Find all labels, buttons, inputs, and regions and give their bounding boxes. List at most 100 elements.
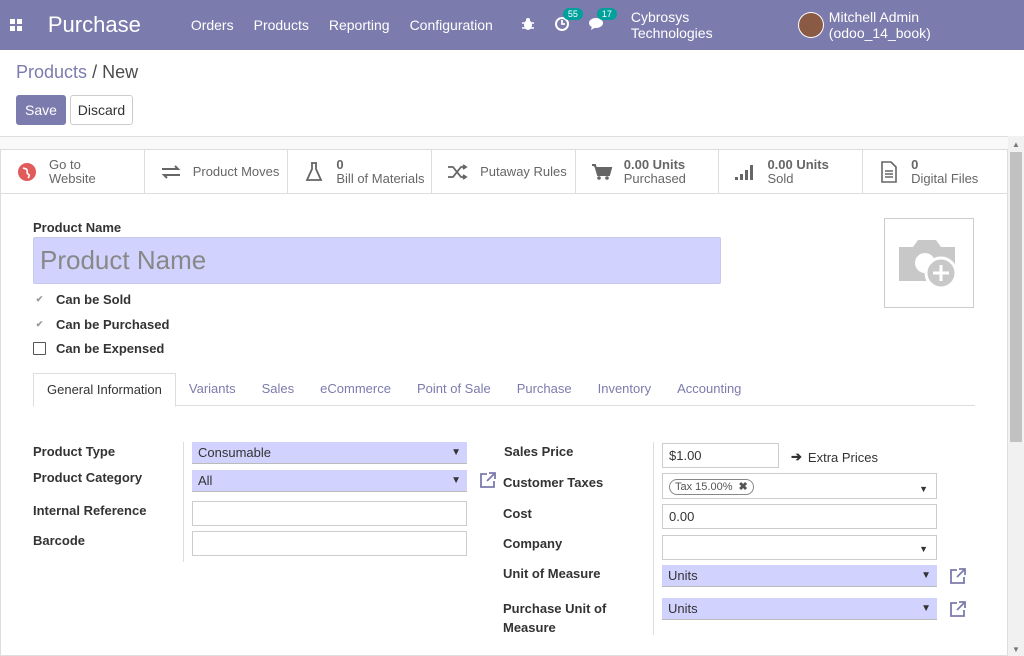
vertical-scrollbar[interactable]: ▲ ▼ [1008,136,1024,656]
scroll-thumb[interactable] [1010,152,1022,442]
menu-products[interactable]: Products [244,17,319,33]
activity-clock-icon[interactable]: 55 [554,7,583,34]
product-type-select[interactable]: Consumable ▼ [192,442,467,464]
scroll-down-icon[interactable]: ▼ [1012,645,1020,654]
uom-external-link-icon[interactable] [949,567,967,590]
tab-variants[interactable]: Variants [176,373,249,405]
can-be-expensed-label: Can be Expensed [56,341,165,356]
product-moves-label: Product Moves [192,164,280,179]
internal-reference-label: Internal Reference [33,503,147,518]
can-be-sold-row[interactable]: ✔ Can be Sold [33,292,131,307]
avatar [797,12,824,38]
purchase-uom-caret-icon: ▼ [921,603,931,614]
tax-tag: Tax 15.00% ✖ [669,479,754,495]
right-column-divider [653,442,654,635]
globe-icon [15,162,39,182]
message-count-badge: 17 [596,7,617,20]
digital-files-button[interactable]: 0 Digital Files [863,150,1007,194]
tab-general-information[interactable]: General Information [33,373,176,407]
purchased-label: Purchased [623,171,686,186]
can-be-expensed-checkbox[interactable] [33,342,46,355]
breadcrumb-separator: / [92,62,98,82]
go-to-website-button[interactable]: Go to Website [1,150,145,194]
sold-label: Sold [767,171,794,186]
sales-price-input[interactable]: $1.00 [662,443,779,468]
can-be-purchased-label: Can be Purchased [56,317,170,332]
cost-label: Cost [503,506,532,521]
tag-remove-icon[interactable]: ✖ [739,481,748,493]
extra-prices-button[interactable]: ➔ Extra Prices [791,449,878,465]
user-name: Mitchell Admin (odoo_14_book) [828,9,931,41]
company-caret-icon: ▼ [919,544,928,554]
can-be-sold-label: Can be Sold [56,292,132,307]
scroll-up-icon[interactable]: ▲ [1012,140,1020,149]
purchase-uom-label-line1: Purchase Unit of [503,601,607,616]
menu-reporting[interactable]: Reporting [319,17,400,33]
activity-count-badge: 55 [562,7,583,20]
tab-point-of-sale[interactable]: Point of Sale [404,373,504,405]
external-link-icon[interactable] [479,471,497,494]
arrow-right-icon: ➔ [791,449,802,464]
uom-caret-icon: ▼ [921,570,931,581]
company-switcher[interactable]: Cybrosys Technologies [631,9,774,41]
cart-icon [590,163,614,181]
bill-of-materials-button[interactable]: 0 Bill of Materials [288,150,433,194]
breadcrumb: Products / New [16,62,138,83]
tab-accounting[interactable]: Accounting [664,373,754,405]
can-be-purchased-checkbox[interactable]: ✔ [33,318,46,331]
customer-taxes-input[interactable]: Tax 15.00% ✖ ▼ [662,473,937,499]
menu-configuration[interactable]: Configuration [400,17,503,33]
digital-files-label: Digital Files [911,171,979,186]
sales-price-label: Sales Price [504,444,574,459]
apps-menu-icon[interactable] [0,0,32,50]
product-image-upload[interactable] [884,218,974,308]
purchase-uom-select[interactable]: Units ▼ [662,598,937,620]
barcode-input[interactable] [192,531,467,556]
go-to-label-1: Go to [49,157,81,172]
putaway-rules-button[interactable]: Putaway Rules [432,150,576,194]
purchase-uom-label: Purchase Unit of Measure [503,599,606,637]
unit-of-measure-select[interactable]: Units ▼ [662,565,937,587]
product-category-select[interactable]: All ▼ [192,470,467,492]
tab-inventory[interactable]: Inventory [585,373,664,405]
internal-reference-input[interactable] [192,501,467,526]
exchange-icon [159,164,183,180]
can-be-sold-checkbox[interactable]: ✔ [33,293,46,306]
company-label: Company [503,536,563,551]
save-button[interactable]: Save [16,95,66,125]
purchase-uom-value: Units [668,601,698,616]
can-be-expensed-row[interactable]: Can be Expensed [33,341,164,356]
can-be-purchased-row[interactable]: ✔ Can be Purchased [33,317,170,332]
company-select[interactable]: ▼ [662,535,937,560]
menu-orders[interactable]: Orders [181,17,244,33]
top-navbar: Purchase Orders Products Reporting Confi… [0,0,1024,50]
user-menu[interactable]: Mitchell Admin (odoo_14_book) [797,9,1024,41]
barcode-label: Barcode [33,533,86,548]
digital-files-count: 0 [911,157,919,172]
purchase-uom-external-link-icon[interactable] [949,600,967,623]
tab-purchase[interactable]: Purchase [504,373,585,405]
product-name-label: Product Name [33,220,122,235]
breadcrumb-products[interactable]: Products [16,62,87,82]
tab-sales[interactable]: Sales [249,373,308,405]
tax-tag-label: Tax 15.00% [675,481,733,493]
discard-button[interactable]: Discard [70,95,133,125]
uom-value: Units [668,568,698,583]
left-column-divider [183,442,184,562]
sold-button[interactable]: 0.00 Units Sold [719,150,864,194]
messages-icon[interactable]: 17 [588,7,617,34]
breadcrumb-current: New [102,62,139,82]
taxes-caret-icon: ▼ [919,484,928,494]
putaway-rules-label: Putaway Rules [480,164,567,179]
bom-count: 0 [336,157,344,172]
product-moves-button[interactable]: Product Moves [145,150,289,194]
purchase-uom-label-line2: Measure [503,620,556,635]
purchased-button[interactable]: 0.00 Units Purchased [576,150,720,194]
app-brand[interactable]: Purchase [48,12,141,38]
product-name-input[interactable]: Product Name [33,237,721,284]
purchased-value: 0.00 Units [623,157,686,172]
tab-ecommerce[interactable]: eCommerce [307,373,404,405]
systray: 55 17 [511,7,617,34]
bug-icon[interactable] [521,17,535,34]
cost-input[interactable]: 0.00 [662,504,937,529]
